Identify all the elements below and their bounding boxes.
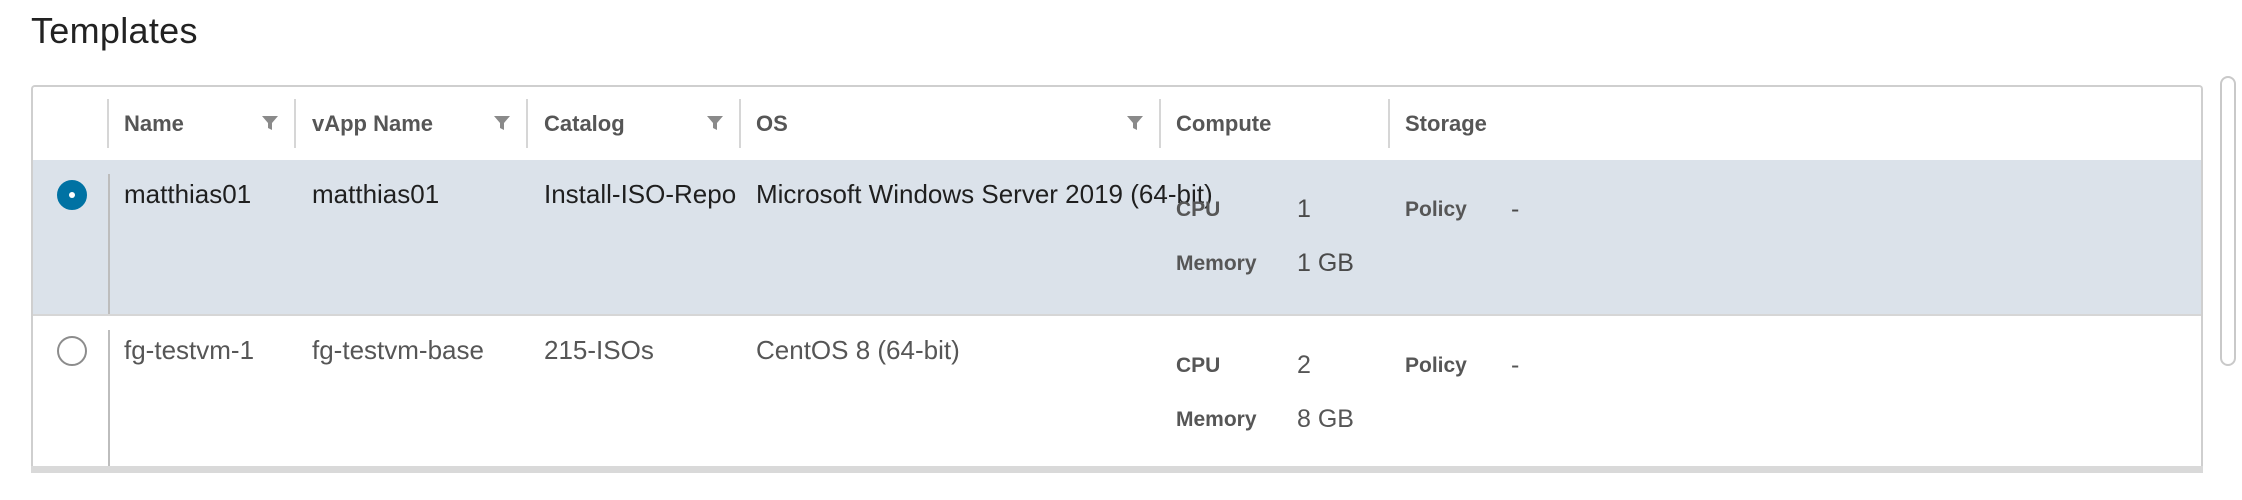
cell-vapp-name: matthias01 — [312, 179, 440, 209]
storage-policy-value: - — [1511, 351, 1520, 379]
column-header-vapp-name[interactable]: vApp Name — [312, 87, 433, 160]
storage-policy-label: Policy — [1405, 354, 1467, 377]
table-row[interactable]: matthias01 matthias01 Install-ISO-Repo M… — [33, 160, 2201, 316]
cell-vapp-name: fg-testvm-base — [312, 335, 484, 365]
column-header-name[interactable]: Name — [124, 87, 184, 160]
vapp-name-filter-icon[interactable] — [493, 114, 511, 132]
compute-memory-value: 1 GB — [1297, 249, 1354, 277]
page-scrollbar[interactable] — [2214, 0, 2242, 500]
os-filter-icon[interactable] — [1126, 114, 1144, 132]
row-select-radio[interactable] — [57, 336, 87, 366]
column-separator[interactable] — [526, 99, 528, 148]
storage-policy-value: - — [1511, 195, 1520, 223]
column-separator[interactable] — [107, 99, 109, 148]
name-filter-icon[interactable] — [261, 114, 279, 132]
storage-policy-label: Policy — [1405, 198, 1467, 221]
cell-name: matthias01 — [124, 179, 252, 209]
column-separator[interactable] — [294, 99, 296, 148]
compute-memory-label: Memory — [1176, 408, 1257, 431]
column-separator[interactable] — [739, 99, 741, 148]
column-separator[interactable] — [1388, 99, 1390, 148]
table-row[interactable]: fg-testvm-1 fg-testvm-base 215-ISOs Cent… — [33, 316, 2201, 471]
catalog-filter-icon[interactable] — [706, 114, 724, 132]
scrollbar-thumb[interactable] — [2220, 76, 2236, 366]
compute-memory-label: Memory — [1176, 252, 1257, 275]
compute-cpu-label: CPU — [1176, 198, 1221, 221]
compute-cpu-label: CPU — [1176, 354, 1221, 377]
column-header-compute[interactable]: Compute — [1176, 87, 1271, 160]
templates-datagrid: Name vApp Name Catalog OS Compute Storag… — [31, 85, 2203, 471]
datagrid-header: Name vApp Name Catalog OS Compute Storag… — [33, 87, 2201, 162]
row-separator — [108, 330, 110, 470]
column-header-catalog[interactable]: Catalog — [544, 87, 625, 160]
cell-os: Microsoft Windows Server 2019 (64-bit) — [756, 179, 1213, 209]
compute-cpu-value: 1 — [1297, 195, 1311, 223]
compute-memory-value: 8 GB — [1297, 405, 1354, 433]
datagrid-footer-edge — [31, 466, 2203, 473]
column-header-os[interactable]: OS — [756, 87, 788, 160]
cell-name: fg-testvm-1 — [124, 335, 255, 365]
column-header-storage[interactable]: Storage — [1405, 87, 1487, 160]
row-select-radio[interactable] — [57, 180, 87, 210]
cell-os: CentOS 8 (64-bit) — [756, 335, 960, 365]
row-separator — [108, 174, 110, 314]
page-title: Templates — [31, 10, 198, 51]
compute-cpu-value: 2 — [1297, 351, 1311, 379]
cell-catalog: 215-ISOs — [544, 335, 654, 365]
cell-catalog: Install-ISO-Repo — [544, 179, 737, 209]
column-separator[interactable] — [1159, 99, 1161, 148]
